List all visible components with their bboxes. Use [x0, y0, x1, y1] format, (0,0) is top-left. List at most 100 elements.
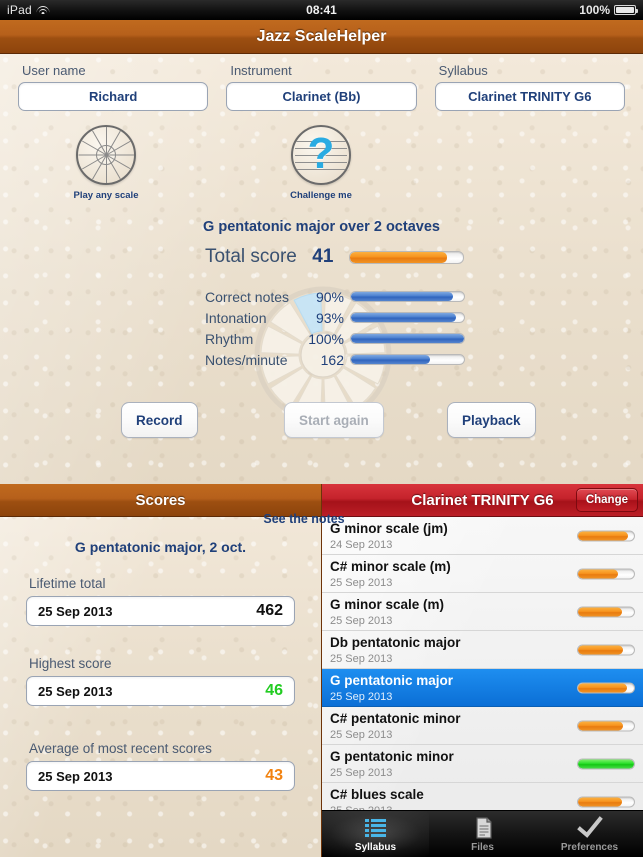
field-label: User name — [22, 63, 86, 78]
bottom-split: Scores G pentatonic major, 2 oct. Lifeti… — [0, 484, 643, 857]
list-item-score-bar — [577, 530, 635, 541]
score-date: 25 Sep 2013 — [38, 603, 113, 619]
stat-bar — [350, 312, 465, 323]
field-user-name: User name Richard — [18, 63, 209, 111]
score-row[interactable]: 25 Sep 2013 462 — [26, 596, 295, 626]
transport-buttons-row: Record Start again Playback — [0, 402, 643, 442]
status-bar-right: 100% — [579, 3, 638, 17]
app-title-bar: Jazz ScaleHelper — [0, 20, 643, 54]
tab-label: Syllabus — [354, 841, 397, 853]
total-score-label: Total score — [205, 246, 297, 267]
score-row[interactable]: 25 Sep 2013 43 — [26, 761, 295, 791]
tab-label: Preferences — [560, 841, 619, 853]
stat-value: 90% — [315, 288, 344, 305]
score-group-highest-score: Highest score 25 Sep 2013 46 — [26, 656, 295, 706]
status-bar-clock: 08:41 — [306, 3, 337, 17]
stat-value: 162 — [320, 351, 344, 368]
tab-bar: Syllabus Files Preferences — [322, 810, 643, 857]
challenge-me-button[interactable]: ? Challenge me — [275, 125, 367, 201]
score-group-lifetime-total: Lifetime total 25 Sep 2013 462 — [26, 576, 295, 626]
list-item[interactable]: Db pentatonic major 25 Sep 2013 — [322, 631, 643, 669]
stat-label: Rhythm — [205, 330, 254, 347]
tab-label: Files — [471, 841, 494, 853]
scores-panel-title: Scores — [135, 491, 186, 509]
scale-wheel-icon — [76, 125, 136, 185]
list-item-score-bar — [577, 796, 635, 807]
total-score-bar — [348, 250, 464, 264]
stat-value: 100% — [308, 330, 344, 347]
wheel-spoke — [78, 154, 107, 156]
question-mark-glyph: ? — [307, 129, 335, 179]
list-item-score-bar — [577, 758, 635, 769]
stat-row-notes-per-minute: Notes/minute 162 — [205, 349, 643, 370]
field-label: Syllabus — [438, 63, 488, 78]
checkmark-icon — [576, 815, 603, 840]
see-the-notes-label: See the notes — [263, 512, 345, 526]
score-value: 462 — [256, 602, 283, 619]
list-icon — [363, 816, 389, 840]
syllabus-panel: Clarinet TRINITY G6 Change G minor scale… — [322, 484, 643, 857]
stat-bar — [350, 291, 465, 302]
app-title: Jazz ScaleHelper — [256, 27, 387, 45]
field-syllabus: Syllabus Clarinet TRINITY G6 — [434, 63, 625, 111]
document-icon — [470, 816, 496, 840]
list-item[interactable]: G minor scale (m) 25 Sep 2013 — [322, 593, 643, 631]
start-again-button[interactable]: Start again — [284, 402, 384, 438]
score-value: 46 — [265, 682, 283, 699]
settings-fields-row: User name Richard Instrument Clarinet (B… — [0, 54, 643, 111]
challenge-me-label: Challenge me — [290, 190, 352, 201]
battery-percent-label: 100% — [579, 3, 610, 17]
score-group-average-recent: Average of most recent scores 25 Sep 201… — [26, 741, 295, 791]
list-item-score-bar — [577, 568, 635, 579]
wheel-spoke — [106, 155, 107, 183]
syllabus-panel-title: Clarinet TRINITY G6 — [411, 491, 554, 509]
list-item[interactable]: G pentatonic minor 25 Sep 2013 — [322, 745, 643, 783]
field-instrument: Instrument Clarinet (Bb) — [226, 63, 417, 111]
list-item[interactable]: C# pentatonic minor 25 Sep 2013 — [322, 707, 643, 745]
list-item-score-bar — [577, 682, 635, 693]
total-score-row: Total score 41 — [0, 246, 643, 268]
list-item-score-bar — [577, 644, 635, 655]
stat-row-intonation: Intonation 93% — [205, 307, 643, 328]
play-any-scale-label: Play any scale — [73, 190, 139, 201]
total-score-value: 41 — [312, 246, 334, 267]
tab-syllabus[interactable]: Syllabus — [322, 811, 429, 857]
syllabus-input[interactable]: Clarinet TRINITY G6 — [434, 82, 625, 111]
user-name-input[interactable]: Richard — [18, 82, 209, 111]
syllabus-list[interactable]: G minor scale (jm) 24 Sep 2013 C# minor sc… — [322, 517, 643, 823]
field-label: Instrument — [230, 63, 292, 78]
stat-row-correct-notes: Correct notes 90% — [205, 286, 643, 307]
battery-icon — [614, 5, 638, 15]
main-panel: User name Richard Instrument Clarinet (B… — [0, 54, 643, 536]
tab-preferences[interactable]: Preferences — [536, 811, 643, 857]
play-any-scale-button[interactable]: Play any scale — [60, 125, 152, 201]
playback-button[interactable]: Playback — [447, 402, 536, 438]
stat-label: Correct notes — [205, 288, 290, 305]
list-item-score-bar — [577, 720, 635, 731]
stats-list: Correct notes 90% Intonation 93% Rhythm … — [0, 286, 643, 370]
score-group-label: Lifetime total — [29, 576, 106, 591]
change-syllabus-button[interactable]: Change — [575, 488, 638, 512]
stat-value: 93% — [315, 309, 344, 326]
score-row[interactable]: 25 Sep 2013 46 — [26, 676, 295, 706]
score-value: 43 — [265, 767, 283, 784]
wheel-spoke — [106, 154, 134, 156]
score-date: 25 Sep 2013 — [38, 683, 113, 699]
scores-panel: Scores G pentatonic major, 2 oct. Lifeti… — [0, 484, 322, 857]
instrument-input[interactable]: Clarinet (Bb) — [226, 82, 417, 111]
stat-label: Intonation — [205, 309, 267, 326]
score-date: 25 Sep 2013 — [38, 768, 113, 784]
stat-label: Notes/minute — [205, 351, 288, 368]
score-group-label: Average of most recent scores — [29, 741, 212, 756]
current-scale-title: G pentatonic major over 2 octaves — [203, 219, 440, 235]
tab-files[interactable]: Files — [429, 811, 536, 857]
scores-panel-body: G pentatonic major, 2 oct. Lifetime tota… — [0, 517, 321, 857]
list-item[interactable]: C# minor scale (m) 25 Sep 2013 — [322, 555, 643, 593]
stat-row-rhythm: Rhythm 100% — [205, 328, 643, 349]
stat-bar — [350, 333, 465, 344]
ios-status-bar: iPad 08:41 100% — [0, 0, 643, 20]
list-item[interactable]: G pentatonic major 25 Sep 2013 — [322, 669, 643, 707]
action-icons-row: Play any scale ? Challenge me — [0, 125, 643, 215]
record-button[interactable]: Record — [121, 402, 198, 438]
score-group-label: Highest score — [29, 656, 112, 671]
